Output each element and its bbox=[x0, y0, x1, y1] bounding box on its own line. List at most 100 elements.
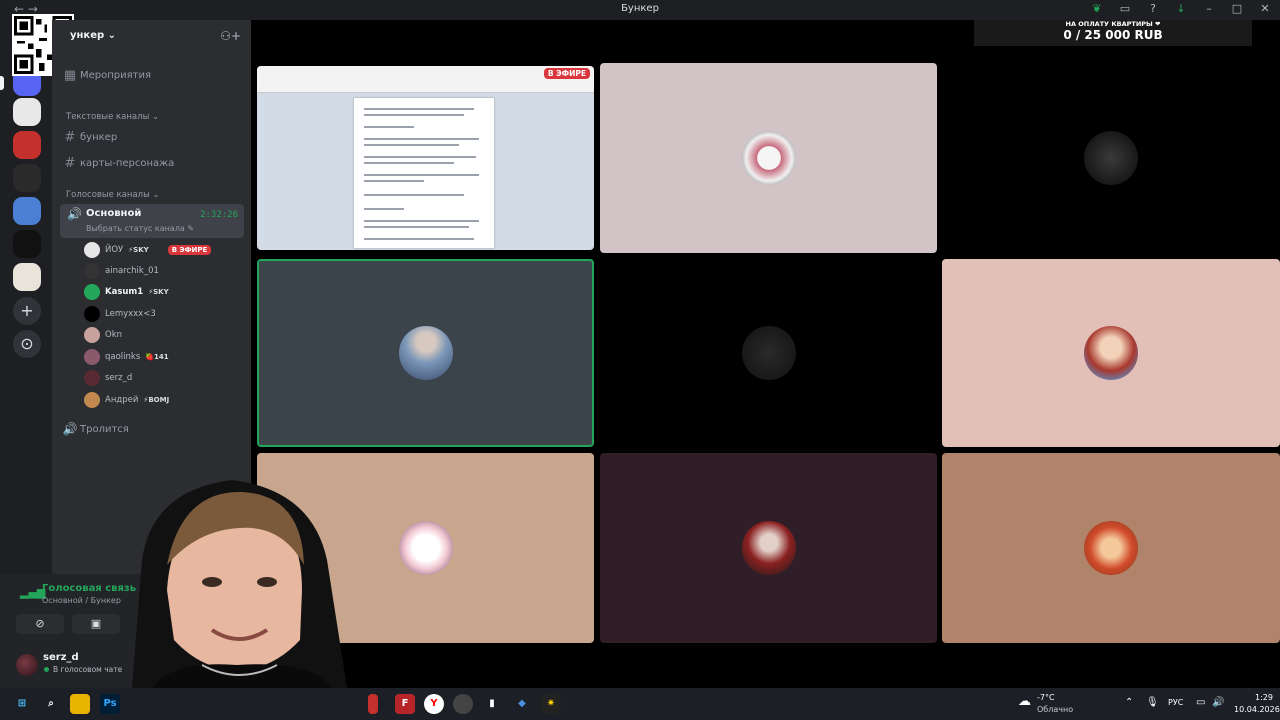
taskbar: ⊞ ⌕ Ps F Y ▮ ◆ ✷ ☁ -7°C Облачно ⌃ 🎙 РУС … bbox=[0, 688, 1280, 720]
chevron-up-icon[interactable]: ⌃ bbox=[1125, 697, 1133, 708]
voice-connection-path[interactable]: Основной / Бункер bbox=[42, 596, 121, 605]
hash-icon: # bbox=[64, 129, 76, 145]
discover-icon[interactable]: ⊙ bbox=[13, 330, 41, 358]
photoshop-icon[interactable]: Ps bbox=[100, 694, 120, 714]
member-name: Lemyxxx<3 bbox=[105, 309, 156, 319]
app-icon[interactable]: ▮ bbox=[482, 694, 502, 714]
add-server-icon[interactable]: + bbox=[13, 297, 41, 325]
channel-label: карты-персонажа bbox=[80, 157, 175, 169]
download-icon[interactable]: ↓ bbox=[1174, 2, 1188, 15]
user-name[interactable]: serz_d bbox=[43, 652, 79, 663]
server-icon-5[interactable] bbox=[13, 197, 41, 225]
avatar bbox=[741, 326, 796, 380]
voice-member[interactable]: qaolinks 🍓141 bbox=[84, 347, 169, 367]
help-icon[interactable]: ? bbox=[1146, 2, 1160, 15]
window-title: Бункер bbox=[621, 3, 659, 14]
noise-suppression-button[interactable]: ⊘ bbox=[16, 614, 64, 634]
clock-time[interactable]: 1:29 bbox=[1255, 693, 1273, 702]
channel-status-button[interactable]: Выбрать статус канала ✎ bbox=[86, 224, 194, 233]
server-icon-7[interactable] bbox=[13, 263, 41, 291]
avatar bbox=[398, 326, 453, 380]
server-icon-3[interactable] bbox=[13, 131, 41, 159]
close-icon[interactable]: ✕ bbox=[1258, 2, 1272, 15]
participant-tile[interactable] bbox=[600, 259, 937, 447]
donation-amount: 0 / 25 000 RUB bbox=[1063, 28, 1163, 42]
microphone-icon[interactable]: 🎙 bbox=[1146, 697, 1159, 708]
participant-tile[interactable] bbox=[942, 453, 1280, 643]
avatar bbox=[84, 349, 100, 365]
network-icon[interactable]: ▭ bbox=[1196, 697, 1205, 708]
channel-item-bunker[interactable]: # бункер bbox=[60, 126, 243, 148]
live-badge: В ЭФИРЕ bbox=[543, 68, 590, 79]
voice-channel-main[interactable]: 🔊 Основной 2:32:26 Выбрать статус канала… bbox=[60, 204, 244, 238]
participant-tile[interactable] bbox=[600, 453, 937, 643]
events-item[interactable]: ▦ Мероприятия bbox=[60, 64, 243, 86]
donation-widget: НА ОПЛАТУ КВАРТИРЫ ❤ 0 / 25 000 RUB bbox=[974, 20, 1252, 46]
participant-tile[interactable] bbox=[942, 259, 1280, 447]
voice-category[interactable]: Голосовые каналы ⌄ bbox=[66, 190, 160, 200]
member-name: ЙОУ bbox=[105, 245, 124, 255]
avatar[interactable] bbox=[16, 654, 38, 676]
screen-share-icon: ▣ bbox=[90, 617, 102, 630]
obs-icon[interactable] bbox=[453, 694, 473, 714]
webcam-overlay bbox=[112, 470, 374, 688]
participant-tile[interactable] bbox=[942, 63, 1280, 253]
avatar bbox=[1084, 521, 1138, 575]
avatar bbox=[84, 284, 100, 300]
add-member-icon[interactable]: ⚇+ bbox=[220, 29, 241, 43]
voice-channel-name: Основной bbox=[86, 208, 142, 219]
events-label: Мероприятия bbox=[80, 69, 151, 81]
avatar bbox=[741, 521, 796, 575]
speaker-icon: 🔊 bbox=[62, 422, 78, 436]
participant-tile-speaking[interactable] bbox=[257, 259, 594, 447]
filezilla-icon[interactable]: F bbox=[395, 694, 415, 714]
weather-description[interactable]: Облачно bbox=[1037, 705, 1073, 714]
text-category[interactable]: Текстовые каналы ⌄ bbox=[66, 112, 159, 122]
avatar bbox=[84, 263, 100, 279]
document-page bbox=[354, 98, 494, 248]
weather-temperature[interactable]: -7°C bbox=[1037, 693, 1055, 702]
avatar bbox=[741, 131, 796, 185]
voice-member[interactable]: Kasum1 ⚡SKY bbox=[84, 282, 169, 302]
clock-date[interactable]: 10.04.2026 bbox=[1234, 705, 1280, 714]
server-icon-4[interactable] bbox=[13, 164, 41, 192]
voice-member[interactable]: Okn bbox=[84, 325, 122, 345]
app-icon[interactable]: ✷ bbox=[541, 694, 561, 714]
file-explorer-icon[interactable] bbox=[70, 694, 90, 714]
avatar bbox=[1084, 131, 1138, 185]
volume-icon[interactable]: 🔊 bbox=[1212, 697, 1224, 708]
member-name: Андрей bbox=[105, 395, 139, 405]
screen-share-tile[interactable]: В ЭФИРЕ bbox=[257, 66, 594, 250]
avatar bbox=[84, 370, 100, 386]
app-icon[interactable] bbox=[368, 694, 378, 714]
speaker-icon: 🔊 bbox=[67, 207, 82, 221]
calendar-icon: ▦ bbox=[63, 67, 77, 83]
donation-label: НА ОПЛАТУ КВАРТИРЫ ❤ bbox=[1065, 20, 1161, 28]
minimize-icon[interactable]: – bbox=[1202, 2, 1216, 15]
avatar bbox=[84, 306, 100, 322]
yandex-browser-icon[interactable]: Y bbox=[424, 694, 444, 714]
member-tag: ⚡SKY bbox=[128, 246, 149, 254]
cloud-icon: ☁ bbox=[1018, 694, 1031, 709]
voice-member[interactable]: ainarchik_01 bbox=[84, 261, 159, 281]
voice-member[interactable]: ЙОУ ⚡SKY В ЭФИРЕ bbox=[84, 240, 212, 260]
app-icon[interactable]: ◆ bbox=[512, 694, 532, 714]
start-icon[interactable]: ⊞ bbox=[12, 694, 32, 714]
channel-item-character-cards[interactable]: # карты-персонажа bbox=[60, 152, 243, 174]
voice-member[interactable]: serz_d bbox=[84, 368, 132, 388]
streamer-webcam-image bbox=[132, 480, 347, 688]
online-status-icon bbox=[44, 667, 49, 672]
search-icon[interactable]: ⌕ bbox=[41, 694, 61, 714]
participant-tile[interactable] bbox=[600, 63, 937, 253]
server-icon-6[interactable] bbox=[13, 230, 41, 258]
leaf-icon[interactable]: ❦ bbox=[1090, 2, 1104, 15]
language-indicator[interactable]: РУС bbox=[1168, 698, 1183, 707]
inbox-icon[interactable]: ▭ bbox=[1118, 2, 1132, 15]
voice-member[interactable]: Lemyxxx<3 bbox=[84, 304, 156, 324]
member-name: qaolinks bbox=[105, 352, 141, 362]
maximize-icon[interactable]: □ bbox=[1230, 2, 1244, 15]
server-name[interactable]: ункер ⌄ bbox=[70, 30, 116, 41]
server-icon-2[interactable] bbox=[13, 98, 41, 126]
voice-channel-trolling[interactable]: 🔊 Тролится bbox=[60, 418, 129, 440]
voice-member[interactable]: Андрей ⚡BOMJ bbox=[84, 390, 169, 410]
